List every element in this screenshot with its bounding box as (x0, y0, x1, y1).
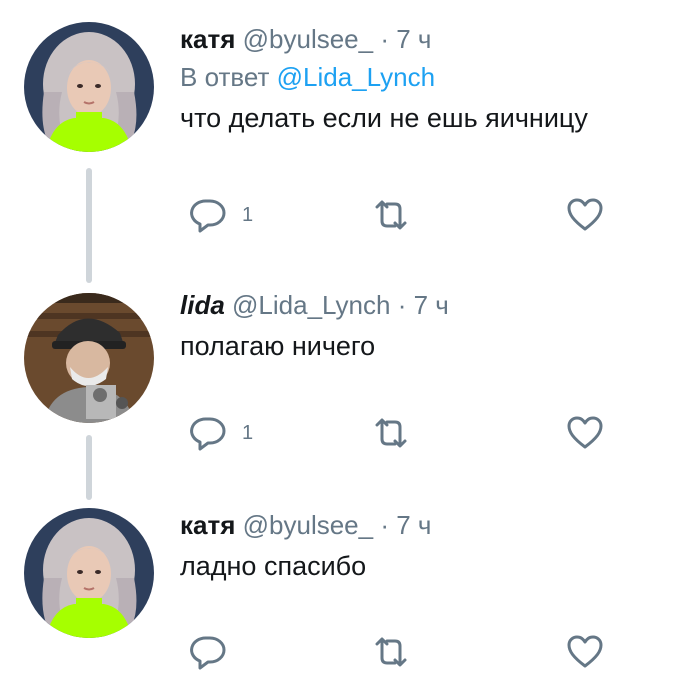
author-handle[interactable]: @Lida_Lynch (232, 290, 390, 320)
author-name[interactable]: lida (180, 290, 225, 320)
avatar-katya-image (24, 508, 154, 638)
timestamp[interactable]: 7 ч (414, 290, 449, 320)
heart-icon (565, 195, 605, 235)
tweet[interactable]: lida @Lida_Lynch · 7 ч полагаю ничего 1 (0, 283, 700, 473)
retweet-button[interactable] (369, 413, 413, 453)
reply-button[interactable] (188, 632, 242, 672)
tweet-text: полагаю ничего (180, 331, 376, 361)
action-bar: 1 (0, 413, 700, 453)
tweet-header: катя @byulsee_ · 7 ч (180, 22, 680, 56)
reply-icon (188, 632, 228, 672)
reply-icon (188, 413, 228, 453)
reply-prefix: В ответ (180, 62, 270, 92)
avatar[interactable] (24, 293, 154, 423)
tweet-text: ладно спасибо (180, 551, 367, 581)
like-button[interactable] (565, 632, 605, 672)
action-bar (0, 632, 700, 672)
author-handle[interactable]: @byulsee_ (243, 510, 373, 540)
action-bar: 1 (0, 195, 700, 235)
separator-dot: · (380, 24, 390, 54)
like-button[interactable] (565, 413, 605, 453)
author-name[interactable]: катя (180, 24, 235, 54)
avatar[interactable] (24, 22, 154, 152)
reply-button[interactable]: 1 (188, 195, 253, 235)
reply-count: 1 (242, 203, 254, 226)
retweet-button[interactable] (369, 632, 413, 672)
avatar-lida-image (24, 293, 154, 423)
retweet-icon (369, 195, 413, 235)
tweet[interactable]: катя @byulsee_ · 7 ч В ответ @Lida_Lynch… (0, 0, 700, 260)
reply-icon (188, 195, 228, 235)
retweet-icon (369, 413, 413, 453)
reply-context: В ответ @Lida_Lynch (180, 60, 680, 94)
separator-dot: · (380, 510, 390, 540)
avatar[interactable] (24, 508, 154, 638)
reply-mention-link[interactable]: @Lida_Lynch (277, 62, 435, 92)
avatar-katya-image (24, 22, 154, 152)
author-name[interactable]: катя (180, 510, 235, 540)
tweet[interactable]: катя @byulsee_ · 7 ч ладно спасибо (0, 500, 700, 688)
timestamp[interactable]: 7 ч (396, 24, 431, 54)
timestamp[interactable]: 7 ч (396, 510, 431, 540)
author-handle[interactable]: @byulsee_ (243, 24, 373, 54)
reply-button[interactable]: 1 (188, 413, 253, 453)
tweet-header: катя @byulsee_ · 7 ч (180, 508, 680, 542)
reply-count: 1 (242, 421, 254, 444)
separator-dot: · (397, 290, 407, 320)
retweet-icon (369, 632, 413, 672)
like-button[interactable] (565, 195, 605, 235)
heart-icon (565, 632, 605, 672)
tweet-header: lida @Lida_Lynch · 7 ч (180, 288, 680, 322)
retweet-button[interactable] (369, 195, 413, 235)
tweet-text: что делать если не ешь яичницу (180, 103, 588, 133)
heart-icon (565, 413, 605, 453)
